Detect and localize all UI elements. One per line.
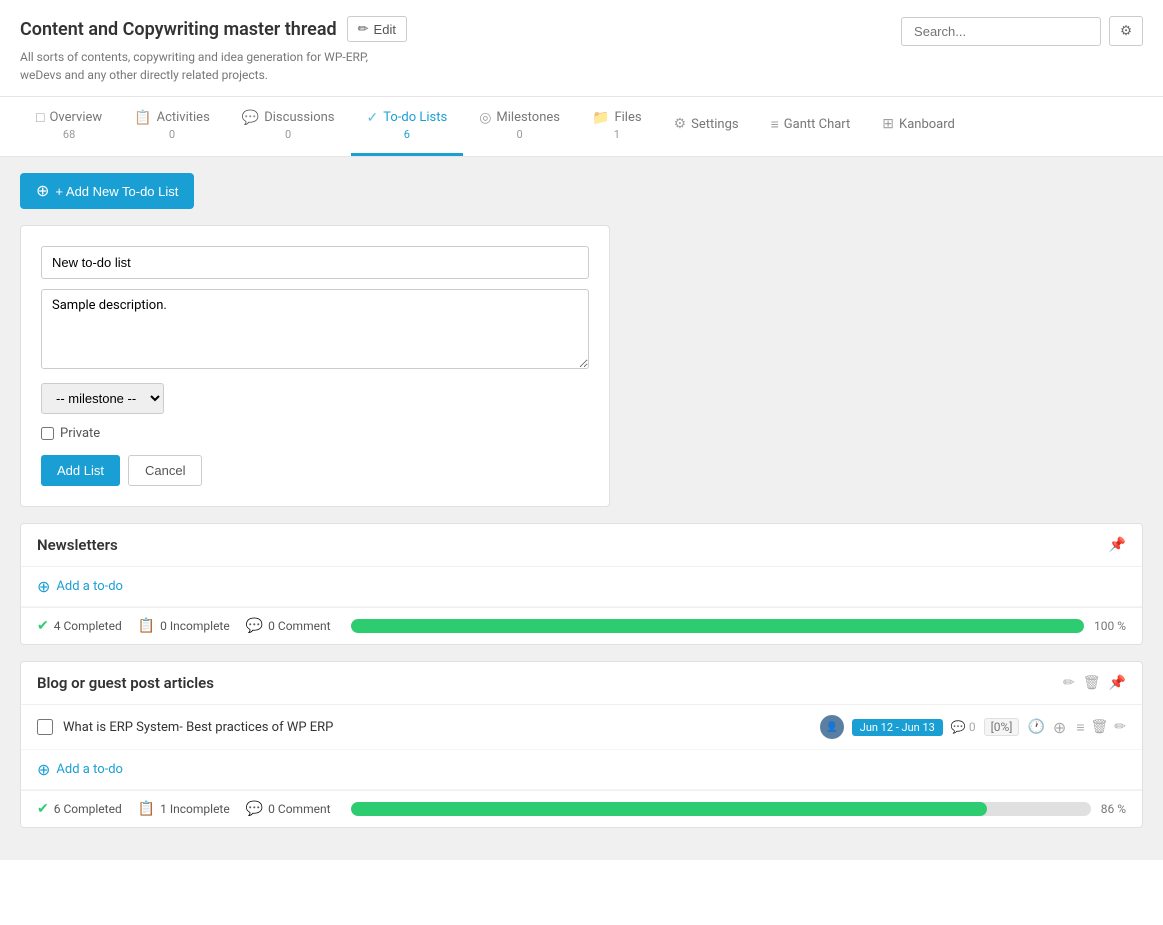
blog-articles-progress: 86 % xyxy=(351,802,1126,816)
newsletters-actions: 📌 xyxy=(1109,537,1126,553)
blog-comment-bubble-icon: 💬 xyxy=(246,801,263,817)
todo-item: What is ERP System- Best practices of WP… xyxy=(21,705,1142,750)
edit-button[interactable]: ✏ Edit xyxy=(347,16,407,42)
completed-check-icon: ✔ xyxy=(37,618,49,634)
blog-add-todo-link[interactable]: ⊕ Add a to-do xyxy=(21,750,1142,790)
settings-icon: ⚙ xyxy=(674,116,687,132)
newsletters-add-todo-link[interactable]: ⊕ Add a to-do xyxy=(21,567,1142,607)
blog-incomplete-clipboard-icon: 📋 xyxy=(138,801,155,817)
private-checkbox[interactable] xyxy=(41,427,54,440)
blog-comment-stat: 💬 0 Comment xyxy=(246,801,331,817)
pin-section-icon[interactable]: 📌 xyxy=(1109,675,1126,691)
todo-item-label: What is ERP System- Best practices of WP… xyxy=(63,720,810,735)
add-circle-icon: ⊕ xyxy=(37,577,50,596)
newsletters-section-header: Newsletters 📌 xyxy=(21,524,1142,567)
add-new-todo-list-button[interactable]: ⊕ + Add New To-do List xyxy=(20,173,194,209)
tab-todo-lists[interactable]: ✓ To-do Lists 6 xyxy=(351,98,464,156)
blog-articles-stats: ✔ 6 Completed 📋 1 Incomplete 💬 0 Comment xyxy=(37,801,331,817)
todo-list-description-input[interactable]: Sample description. xyxy=(41,289,589,369)
todo-item-checkbox[interactable] xyxy=(37,719,53,735)
incomplete-clipboard-icon: 📋 xyxy=(138,618,155,634)
delete-section-icon[interactable]: 🗑 xyxy=(1083,675,1101,691)
search-input[interactable] xyxy=(901,17,1101,46)
blog-articles-title: Blog or guest post articles xyxy=(37,674,214,692)
add-list-button[interactable]: Add List xyxy=(41,455,120,486)
todo-icon: ✓ xyxy=(367,110,379,126)
gear-icon: ⚙ xyxy=(1120,23,1132,38)
overview-icon: □ xyxy=(36,109,44,126)
blog-articles-section: Blog or guest post articles ✏ 🗑 📌 What i… xyxy=(20,661,1143,828)
tab-milestones[interactable]: ◎ Milestones 0 xyxy=(463,98,576,156)
newsletters-progress-pct: 100 % xyxy=(1094,619,1126,633)
comment-icon-small: 💬 xyxy=(951,720,966,734)
newsletters-section: Newsletters 📌 ⊕ Add a to-do ✔ 4 Complete… xyxy=(20,523,1143,645)
newsletters-footer: ✔ 4 Completed 📋 0 Incomplete 💬 0 Comment xyxy=(21,607,1142,644)
todo-item-actions: ≡ 🗑 ✏ xyxy=(1076,719,1126,736)
edit-icon: ✏ xyxy=(358,21,369,37)
add-icon[interactable]: ⊕ xyxy=(1053,718,1066,737)
incomplete-stat: 📋 0 Incomplete xyxy=(138,618,230,634)
comment-bubble-icon: 💬 xyxy=(246,618,263,634)
pin-icon[interactable]: 📌 xyxy=(1109,537,1126,553)
todo-progress-badge: [0%] xyxy=(984,718,1020,736)
tab-activities[interactable]: 📋 Activities 0 xyxy=(118,98,226,156)
newsletters-stats: ✔ 4 Completed 📋 0 Incomplete 💬 0 Comment xyxy=(37,618,331,634)
todo-form-card: Sample description. -- milestone -- Priv… xyxy=(20,225,610,507)
blog-articles-actions: ✏ 🗑 📌 xyxy=(1063,675,1126,691)
milestone-select[interactable]: -- milestone -- xyxy=(41,383,164,414)
settings-gear-button[interactable]: ⚙ xyxy=(1109,16,1143,46)
todo-list-title-input[interactable] xyxy=(41,246,589,279)
blog-articles-footer: ✔ 6 Completed 📋 1 Incomplete 💬 0 Comment xyxy=(21,790,1142,827)
todo-item-meta: 👤 Jun 12 - Jun 13 💬 0 [0%] 🕐 ⊕ xyxy=(820,715,1067,739)
main-content: ⊕ + Add New To-do List Sample descriptio… xyxy=(0,157,1163,860)
add-circle-icon-2: ⊕ xyxy=(37,760,50,779)
kanboard-icon: ⊞ xyxy=(882,116,894,132)
tab-overview[interactable]: □ Overview 68 xyxy=(20,97,118,156)
edit-section-icon[interactable]: ✏ xyxy=(1063,675,1075,691)
tab-gantt[interactable]: ≡ Gantt Chart xyxy=(755,104,867,150)
todo-delete-icon[interactable]: 🗑 xyxy=(1090,719,1108,735)
tab-discussions[interactable]: 💬 Discussions 0 xyxy=(226,98,351,156)
header-right: ⚙ xyxy=(901,16,1143,46)
private-label[interactable]: Private xyxy=(60,426,100,441)
nav-tabs: □ Overview 68 📋 Activities 0 💬 Discussio… xyxy=(0,97,1163,157)
comment-stat: 💬 0 Comment xyxy=(246,618,331,634)
discussions-icon: 💬 xyxy=(242,110,259,126)
form-actions: Add List Cancel xyxy=(41,455,589,486)
blog-progress-pct: 86 % xyxy=(1101,802,1126,816)
newsletters-progress-bar-bg xyxy=(351,619,1084,633)
blog-completed-check-icon: ✔ xyxy=(37,801,49,817)
blog-progress-bar-fill xyxy=(351,802,988,816)
milestones-icon: ◎ xyxy=(479,110,491,126)
newsletters-progress: 100 % xyxy=(351,619,1126,633)
clock-icon[interactable]: 🕐 xyxy=(1027,719,1044,735)
blog-progress-bar-bg xyxy=(351,802,1091,816)
gantt-icon: ≡ xyxy=(771,116,779,133)
blog-articles-section-header: Blog or guest post articles ✏ 🗑 📌 xyxy=(21,662,1142,705)
newsletters-progress-bar-fill xyxy=(351,619,1084,633)
avatar: 👤 xyxy=(820,715,844,739)
todo-menu-icon[interactable]: ≡ xyxy=(1076,719,1084,736)
private-checkbox-row: Private xyxy=(41,426,589,441)
files-icon: 📁 xyxy=(592,110,609,126)
blog-incomplete-stat: 📋 1 Incomplete xyxy=(138,801,230,817)
todo-edit-icon[interactable]: ✏ xyxy=(1114,719,1126,735)
project-description: All sorts of contents, copywriting and i… xyxy=(20,48,407,84)
project-header: Content and Copywriting master thread ✏ … xyxy=(0,0,1163,97)
plus-circle-icon: ⊕ xyxy=(36,181,49,201)
completed-stat: ✔ 4 Completed xyxy=(37,618,122,634)
newsletters-title: Newsletters xyxy=(37,536,118,554)
tab-settings[interactable]: ⚙ Settings xyxy=(658,104,755,149)
date-badge: Jun 12 - Jun 13 xyxy=(852,719,943,736)
tab-files[interactable]: 📁 Files 1 xyxy=(576,98,658,156)
project-title: Content and Copywriting master thread xyxy=(20,19,337,40)
activities-icon: 📋 xyxy=(134,110,151,126)
blog-completed-stat: ✔ 6 Completed xyxy=(37,801,122,817)
cancel-button[interactable]: Cancel xyxy=(128,455,202,486)
tab-kanboard[interactable]: ⊞ Kanboard xyxy=(866,104,971,149)
todo-comment-count: 💬 0 xyxy=(951,720,976,734)
